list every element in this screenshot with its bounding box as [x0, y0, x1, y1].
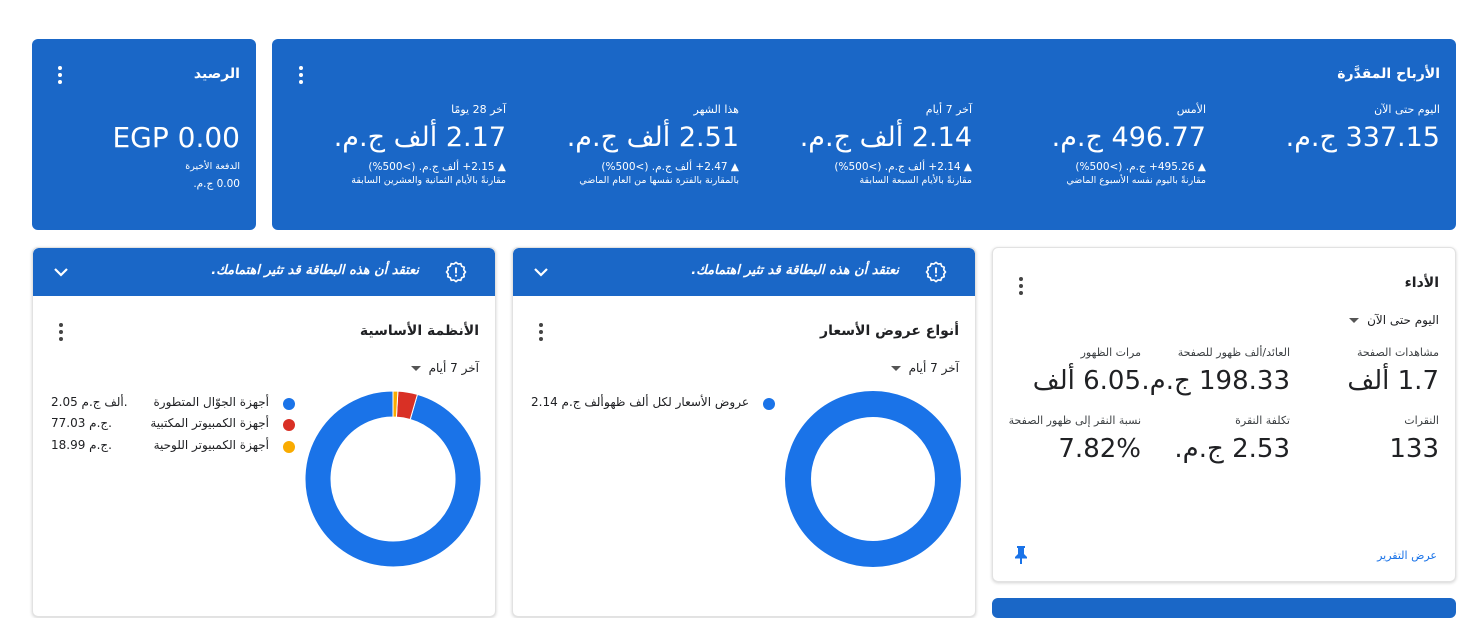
chevron-down-icon[interactable]: [533, 264, 549, 280]
pricing-menu-icon[interactable]: [531, 320, 551, 344]
pricing-card: نعتقد أن هذه البطاقة قد تثير اهتمامك. أن…: [512, 247, 976, 617]
suggestion-banner: نعتقد أن هذه البطاقة قد تثير اهتمامك.: [513, 248, 975, 296]
metric-label: آخر 28 يومًا: [451, 103, 506, 116]
metric-value: 2.17 ألف ج.م.: [333, 122, 506, 153]
platforms-donut-chart: [304, 390, 482, 568]
pin-icon[interactable]: [1013, 545, 1029, 565]
perf-value[interactable]: 7.82%: [1058, 434, 1141, 464]
platforms-menu-icon[interactable]: [51, 320, 71, 344]
range-label: آخر 7 أيام: [908, 361, 959, 375]
perf-value[interactable]: 6.05 ألف: [1033, 366, 1141, 396]
perf-value[interactable]: 2.53 ج.م.: [1174, 434, 1290, 464]
legend-label: عروض الأسعار لكل ألف ظهو...: [592, 395, 749, 409]
perf-label: مرات الظهور: [1080, 346, 1141, 359]
legend-value: 2.14 ألف ج.م.: [531, 395, 608, 409]
metric-compare: مقارنةً بالأيام الثمانية والعشرين السابق…: [351, 175, 506, 186]
legend-label: أجهزة الكمبيوتر اللوحية: [153, 438, 269, 452]
last-payment-value: 0.00 ج.م.: [193, 178, 240, 190]
metric-compare: مقارنةً بالأيام السبعة السابقة: [859, 175, 972, 186]
caret-down-icon: [410, 366, 421, 371]
perf-label: النقرات: [1404, 414, 1439, 427]
metric-compare: مقارنةً باليوم نفسه الأسبوع الماضي: [1066, 175, 1206, 186]
metric-label: هذا الشهر: [693, 103, 740, 116]
performance-card: الأداء اليوم حتى الآن مشاهدات الصفحة 1.7…: [992, 247, 1456, 582]
legend-value: 18.99 ج.م.: [51, 438, 112, 452]
chevron-down-icon[interactable]: [53, 264, 69, 280]
gear-badge-icon: [445, 261, 467, 283]
pricing-range-dropdown[interactable]: آخر 7 أيام: [890, 361, 959, 375]
metric-value: 337.15 ج.م.: [1285, 122, 1440, 153]
metric-delta: ▲ ‎+495.26 ج.م. (>500%): [1075, 161, 1206, 173]
perf-value[interactable]: 133: [1389, 434, 1439, 464]
earnings-metric-today[interactable]: اليوم حتى الآن 337.15 ج.م.: [1210, 103, 1440, 153]
legend-dot: [283, 441, 295, 453]
legend-dot: [283, 398, 295, 410]
perf-value[interactable]: 1.7 ألف: [1347, 366, 1439, 396]
metric-value: 2.51 ألف ج.م.: [566, 122, 739, 153]
legend-value: 77.03 ج.م.: [51, 416, 112, 430]
legend-label: أجهزة الكمبيوتر المكتبية: [150, 416, 269, 430]
range-label: اليوم حتى الآن: [1367, 313, 1439, 327]
pricing-donut-chart: [785, 391, 961, 567]
caret-down-icon: [890, 366, 901, 371]
performance-range-dropdown[interactable]: اليوم حتى الآن: [1349, 313, 1439, 327]
metric-delta: ▲ ‎+2.15 ألف ج.م. (>500%): [368, 161, 506, 173]
metric-value: 2.14 ألف ج.م.: [799, 122, 972, 153]
last-payment-label: الدفعة الأخيرة: [185, 161, 240, 172]
legend-label: أجهزة الجوّال المتطورة: [153, 395, 269, 409]
platforms-card: نعتقد أن هذه البطاقة قد تثير اهتمامك. ال…: [32, 247, 496, 617]
metric-label: آخر 7 أيام: [925, 103, 972, 116]
platforms-title: الأنظمة الأساسية: [359, 323, 479, 339]
banner-text: نعتقد أن هذه البطاقة قد تثير اهتمامك.: [211, 263, 419, 278]
metric-value: 496.77 ج.م.: [1051, 122, 1206, 153]
earnings-menu-icon[interactable]: [291, 63, 311, 87]
earnings-metric-last-28-days[interactable]: آخر 28 يومًا 2.17 ألف ج.م. ▲ ‎+2.15 ألف …: [276, 103, 506, 186]
earnings-metric-this-month[interactable]: هذا الشهر 2.51 ألف ج.م. ▲ ‎+2.47 ألف ج.م…: [509, 103, 739, 186]
perf-label: مشاهدات الصفحة: [1356, 346, 1439, 359]
caret-down-icon: [1349, 318, 1360, 323]
earnings-card: الأرباح المقدَّرة اليوم حتى الآن 337.15 …: [272, 39, 1456, 230]
metric-compare: بالمقارنة بالفترة نفسها من العام الماضي: [579, 175, 739, 186]
perf-label: العائد/ألف ظهور للصفحة: [1177, 346, 1290, 359]
view-report-link[interactable]: عرض التقرير: [1377, 549, 1437, 562]
metric-label: اليوم حتى الآن: [1374, 103, 1440, 116]
gear-badge-icon: [925, 261, 947, 283]
legend-dot: [763, 398, 775, 410]
balance-title: الرصيد: [193, 66, 240, 82]
perf-label: تكلفة النقرة: [1235, 414, 1290, 427]
legend-dot: [283, 419, 295, 431]
next-card-edge: [992, 598, 1456, 618]
perf-label: نسبة النقر إلى ظهور الصفحة: [1008, 414, 1141, 427]
earnings-title: الأرباح المقدَّرة: [1337, 66, 1440, 82]
balance-menu-icon[interactable]: [50, 63, 70, 87]
suggestion-banner: نعتقد أن هذه البطاقة قد تثير اهتمامك.: [33, 248, 495, 296]
pricing-title: أنواع عروض الأسعار: [820, 323, 959, 339]
banner-text: نعتقد أن هذه البطاقة قد تثير اهتمامك.: [691, 263, 899, 278]
donut-slice[interactable]: [785, 391, 961, 567]
balance-card: الرصيد EGP 0.00 الدفعة الأخيرة 0.00 ج.م.: [32, 39, 256, 230]
metric-delta: ▲ ‎+2.14 ألف ج.م. (>500%): [834, 161, 972, 173]
performance-title: الأداء: [1404, 275, 1439, 291]
performance-menu-icon[interactable]: [1011, 274, 1031, 298]
balance-amount: EGP 0.00: [112, 121, 240, 154]
metric-label: الأمس: [1176, 103, 1206, 116]
donut-slice[interactable]: [392, 390, 399, 418]
earnings-metric-last-7-days[interactable]: آخر 7 أيام 2.14 ألف ج.م. ▲ ‎+2.14 ألف ج.…: [742, 103, 972, 186]
perf-value[interactable]: 198.33 ج.م.: [1141, 366, 1290, 396]
range-label: آخر 7 أيام: [428, 361, 479, 375]
platforms-range-dropdown[interactable]: آخر 7 أيام: [410, 361, 479, 375]
legend-value: 2.05 ألف ج.م.: [51, 395, 128, 409]
earnings-metric-yesterday[interactable]: الأمس 496.77 ج.م. ▲ ‎+495.26 ج.م. (>500%…: [976, 103, 1206, 186]
metric-delta: ▲ ‎+2.47 ألف ج.م. (>500%): [601, 161, 739, 173]
